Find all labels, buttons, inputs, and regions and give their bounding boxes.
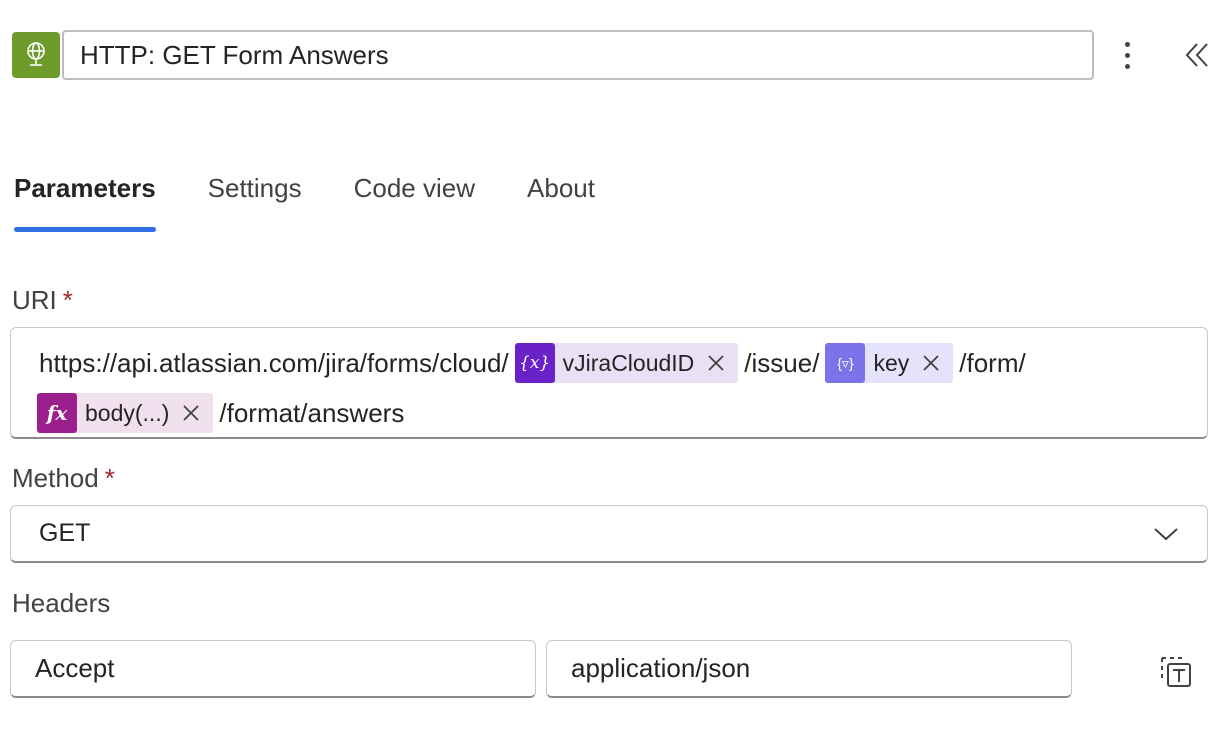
uri-input[interactable]: https://api.atlassian.com/jira/forms/clo… [10,327,1208,439]
function-icon: fx [37,393,77,433]
token-key[interactable]: {▿} key [825,343,954,383]
tab-code-view[interactable]: Code view [354,168,475,232]
remove-token-icon[interactable] [179,401,203,425]
tab-parameters[interactable]: Parameters [14,168,156,232]
token-label: vJiraCloudID [562,350,695,376]
chevron-down-icon [1154,527,1178,540]
header-value-input[interactable] [546,640,1072,698]
more-options-button[interactable] [1112,35,1142,75]
more-vertical-icon [1124,41,1130,47]
method-selected-value: GET [39,519,91,547]
required-mark: * [104,463,115,493]
uri-text-format-answers: /format/answers [219,398,405,428]
method-dropdown[interactable]: GET [10,505,1208,563]
remove-token-icon[interactable] [704,351,728,375]
uri-text-form: /form/ [959,348,1026,378]
uri-label: URI * [12,285,73,315]
tab-about[interactable]: About [527,168,595,232]
uri-text-issue: /issue/ [744,348,820,378]
variable-icon: {x} [514,343,555,383]
uri-text-base: https://api.atlassian.com/jira/forms/clo… [39,348,509,378]
collapse-panel-button[interactable] [1180,38,1214,72]
required-mark: * [62,285,73,315]
action-title-input[interactable] [62,30,1094,80]
text-mode-icon [1161,657,1191,687]
chevron-double-left-icon [1185,43,1208,67]
method-label: Method * [12,463,115,493]
remove-token-icon[interactable] [919,351,943,375]
switch-to-text-mode-button[interactable] [1156,652,1196,692]
headers-label: Headers [12,588,111,618]
token-body-expression[interactable]: fx body(...) [37,393,214,433]
tab-settings[interactable]: Settings [208,168,302,232]
token-vjiracloudid[interactable]: {x} vJiraCloudID [514,343,739,383]
output-icon: {▿} [825,343,866,383]
token-label: key [873,350,910,376]
action-header [12,30,1218,80]
header-key-input[interactable] [10,640,536,698]
globe-icon [12,32,60,78]
token-label: body(...) [85,400,170,426]
panel-tabs: Parameters Settings Code view About [14,168,647,234]
